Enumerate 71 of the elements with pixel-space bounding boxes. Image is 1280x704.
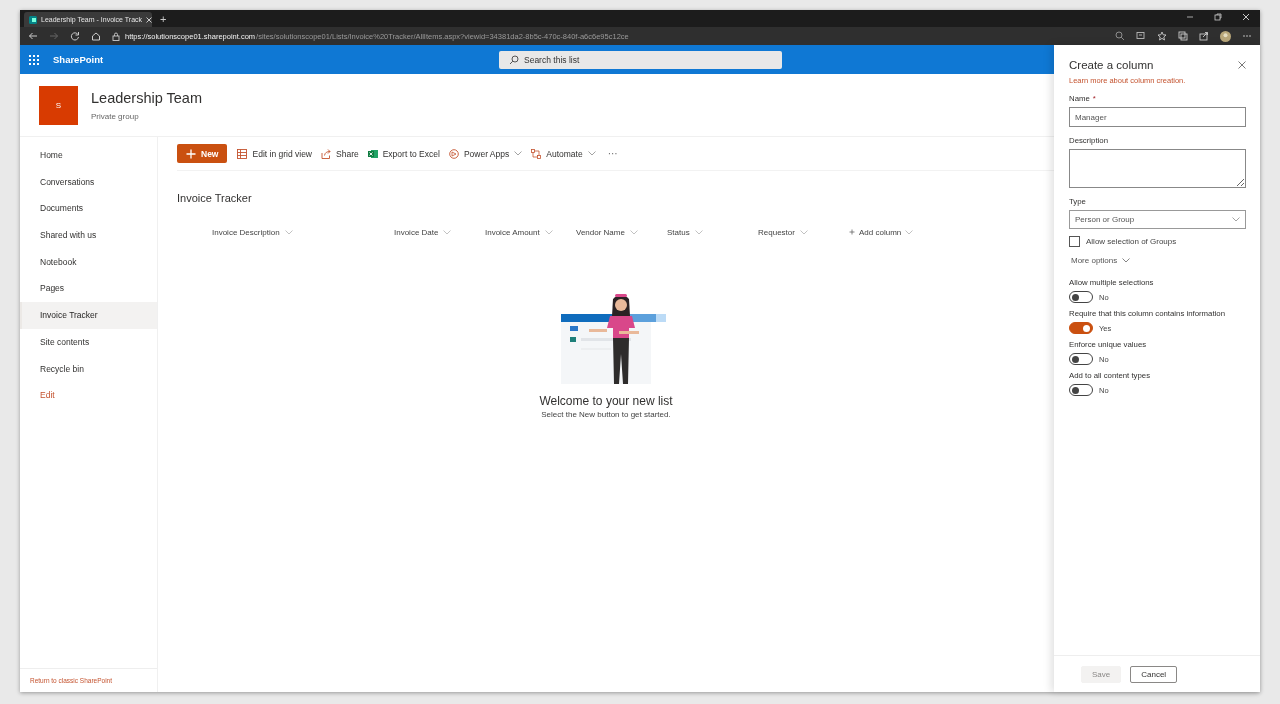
nav-item[interactable]: Shared with us — [20, 222, 157, 249]
column-header[interactable]: Status — [667, 227, 703, 237]
search-icon — [509, 55, 519, 65]
text-field[interactable]: Manager — [1069, 107, 1246, 127]
chevron-down-icon — [1122, 258, 1131, 263]
column-header[interactable]: Invoice Date — [394, 227, 452, 237]
site-icon — [29, 15, 37, 24]
empty-text: Select the New button to get started. — [541, 410, 671, 419]
nav-item[interactable]: Pages — [20, 275, 157, 303]
nav-item[interactable]: Recycle bin — [20, 355, 157, 383]
nav-item[interactable]: Documents — [20, 195, 157, 223]
command-button[interactable]: Power Apps — [448, 148, 523, 159]
checkbox[interactable] — [1069, 236, 1080, 247]
chevron-down-icon — [629, 229, 638, 235]
site-subtitle: Private group — [91, 111, 140, 121]
star-icon[interactable] — [1157, 31, 1167, 41]
chevron-down-icon — [905, 229, 914, 235]
command-button[interactable]: Edit in grid view — [237, 148, 312, 159]
cancel-button[interactable]: Cancel — [1130, 665, 1178, 683]
text-area[interactable] — [1069, 149, 1246, 188]
plus-icon — [186, 148, 196, 159]
nav-item[interactable]: Conversations — [20, 168, 157, 196]
app-name[interactable]: SharePoint — [53, 54, 104, 65]
flow-icon — [531, 148, 542, 159]
back-icon[interactable] — [28, 31, 38, 41]
nav-item[interactable]: Home — [20, 142, 157, 169]
chevron-down-icon — [694, 229, 703, 235]
zoom-icon[interactable] — [1115, 31, 1125, 41]
refresh-icon[interactable] — [70, 31, 80, 41]
spreadsheet-icon — [367, 148, 378, 159]
chevron-down-icon — [284, 229, 293, 235]
chevron-down-icon — [443, 229, 452, 235]
command-button[interactable]: Export to Excel — [367, 148, 440, 159]
dropdown[interactable]: Person or Group — [1069, 210, 1246, 229]
panel-title: Create a column — [1069, 59, 1154, 71]
avatar-icon[interactable] — [1220, 30, 1231, 42]
command-button[interactable]: Share — [321, 148, 359, 159]
command-button[interactable]: Automate — [531, 148, 596, 159]
search-field[interactable]: Search this list — [499, 51, 782, 69]
chevron-down-icon — [799, 229, 808, 235]
share-icon[interactable] — [1199, 31, 1209, 41]
grid-icon — [237, 148, 248, 159]
toggle-switch[interactable] — [1069, 322, 1093, 334]
add-column-button[interactable]: Add column — [849, 227, 914, 237]
lock-icon — [112, 31, 120, 41]
list-title: Invoice Tracker — [177, 192, 253, 204]
column-header[interactable]: Vendor Name — [576, 227, 638, 237]
column-header[interactable]: Requestor — [758, 227, 808, 237]
more-options-button[interactable]: More options — [1069, 256, 1133, 265]
nav-item[interactable]: Notebook — [20, 248, 157, 276]
restore-icon[interactable] — [1214, 12, 1222, 21]
new-button[interactable]: New — [177, 144, 228, 163]
chevron-down-icon — [544, 229, 553, 235]
plus-icon — [849, 229, 855, 235]
empty-title: Welcome to your new list — [539, 394, 673, 408]
new-tab-button[interactable]: + — [160, 12, 167, 27]
column-header[interactable]: Invoice Amount — [485, 227, 553, 237]
play-circle-icon — [448, 148, 459, 159]
column-header[interactable]: Invoice Description — [212, 227, 293, 237]
more-button[interactable]: ··· — [607, 148, 618, 159]
chevron-down-icon — [1232, 217, 1240, 222]
home-icon[interactable] — [91, 31, 101, 41]
site-logo[interactable]: S — [39, 85, 78, 125]
checkbox-label: Allow selection of Groups — [1086, 237, 1177, 246]
share-icon — [321, 148, 331, 159]
app-launcher-icon[interactable] — [29, 54, 39, 65]
nav-item[interactable]: Invoice Tracker — [20, 302, 157, 329]
site-title[interactable]: Leadership Team — [91, 89, 202, 106]
collections-icon[interactable] — [1178, 31, 1188, 41]
edit-link[interactable]: Edit — [20, 382, 157, 409]
nav-item[interactable]: Site contents — [20, 328, 157, 356]
